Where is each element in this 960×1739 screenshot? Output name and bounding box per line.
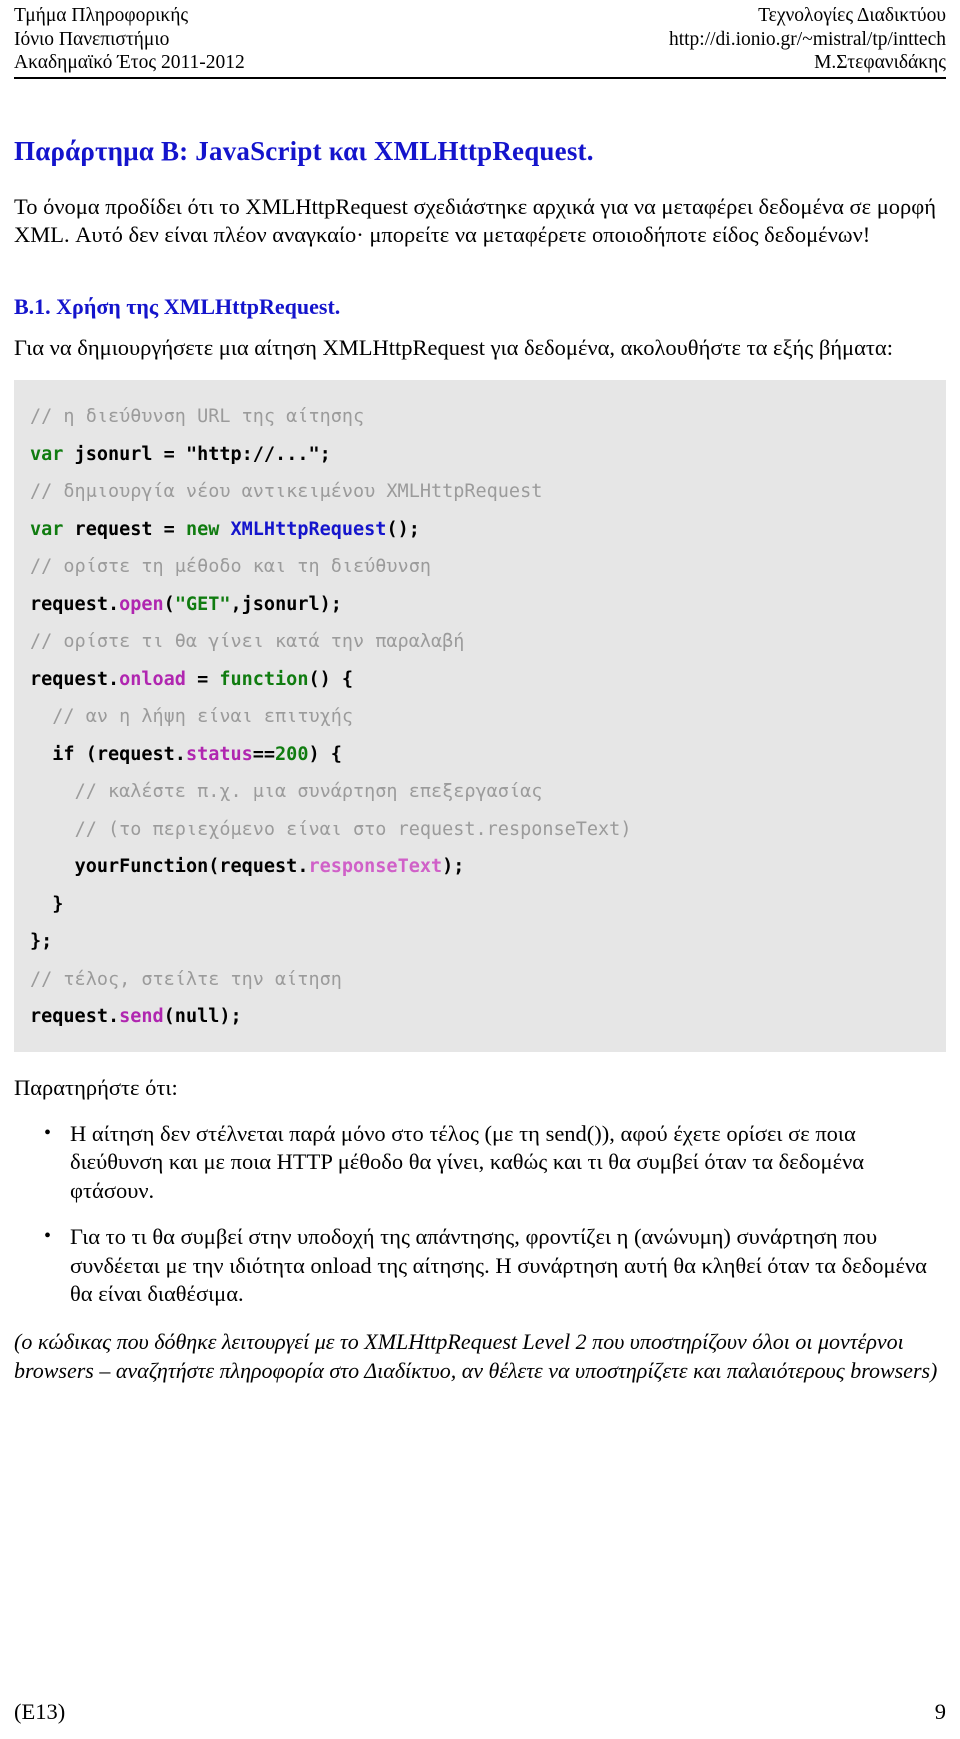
code-line: // δημιουργία νέου αντικειμένου XMLHttpR… (30, 473, 930, 511)
notes-label: Παρατηρήστε ότι: (14, 1074, 178, 1100)
code-block: // η διεύθυνση URL της αίτησης var jsonur… (14, 380, 946, 1052)
code-token-method: open (119, 593, 164, 615)
code-token-comment: // ορίστε τι θα γίνει κατά την παραλαβή (30, 631, 465, 652)
intro-paragraph: Το όνομα προδίδει ότι το XMLHttpRequest … (14, 193, 937, 248)
code-token-comment: // η διεύθυνση URL της αίτησης (30, 406, 365, 427)
code-token-plain: } (52, 893, 64, 915)
header-academic-year: Ακαδημαϊκό Έτος 2011-2012 (14, 52, 245, 73)
code-line: // καλέστε π.χ. μια συνάρτηση επεξεργασί… (30, 773, 930, 811)
code-token-plain: == (252, 743, 276, 765)
code-line: // ορίστε τη μέθοδο και τη διεύθυνση (30, 548, 930, 586)
code-token-keyword: var (30, 518, 64, 540)
code-token-comment: // καλέστε π.χ. μια συνάρτηση επεξεργασί… (74, 781, 543, 802)
code-token-method: send (119, 1006, 164, 1027)
code-line: // αν η λήψη είναι επιτυχής (30, 698, 930, 736)
document-footer: (E13) 9 (14, 1698, 946, 1725)
code-token-plain: ( (163, 593, 175, 615)
code-line: // η διεύθυνση URL της αίτησης (30, 398, 930, 436)
footer-page-number: 9 (934, 1699, 946, 1724)
code-token-string: "GET" (174, 593, 231, 615)
page-title: Παράρτημα Β: JavaScript και XMLHttpReque… (14, 135, 594, 166)
header-instructor: Μ.Στεφανιδάκης (814, 52, 946, 73)
code-token-plain: ,jsonurl); (230, 593, 342, 615)
list-item-text: Η αίτηση δεν στέλνεται παρά μόνο στο τέλ… (70, 1120, 865, 1203)
list-item: • Για το τι θα συμβεί στην υποδοχή της απ… (14, 1223, 946, 1309)
code-token-plain: jsonurl = (63, 443, 186, 465)
code-line: request.send(null); (30, 998, 930, 1036)
code-token-comment: // αν η λήψη είναι επιτυχής (52, 706, 354, 727)
document-page: Τμήμα Πληροφορικής Ιόνιο Πανεπιστήμιο Ακ… (0, 0, 960, 1739)
code-token-plain: request = (63, 518, 186, 540)
bullet-icon: • (44, 1225, 52, 1247)
header-course-url: http://di.ionio.gr/~mistral/tp/inttech (668, 28, 946, 50)
section-heading: Β.1. Χρήση της XMLHttpRequest. (14, 293, 341, 319)
code-token-plain: }; (30, 931, 53, 952)
header-university: Ιόνιο Πανεπιστήμιο (14, 28, 170, 50)
code-token-keyword: function (219, 668, 309, 690)
list-item-text: Για το τι θα συμβεί στην υποδοχή της απά… (70, 1224, 927, 1306)
code-token-prop: responseText (308, 856, 443, 877)
code-token-keyword: new (185, 518, 220, 540)
code-line: var request = new XMLHttpRequest(); (30, 511, 930, 549)
code-token-type: XMLHttpRequest (230, 518, 387, 540)
closing-note: (ο κώδικας που δόθηκε λειτουργεί με το X… (14, 1328, 938, 1383)
code-token-plain: "http://..."; (185, 443, 331, 465)
bullet-icon: • (44, 1121, 52, 1144)
code-token-plain: ) { (308, 743, 342, 765)
code-line: // ορίστε τι θα γίνει κατά την παραλαβή (30, 623, 930, 661)
code-line: // (το περιεχόμενο είναι στο request.res… (30, 811, 930, 849)
code-token-plain: = (185, 668, 220, 690)
code-line: request.onload = function() { (30, 661, 930, 699)
code-line: // τέλος, στείλτε την αίτηση (30, 961, 930, 999)
code-token-plain: if (request. (52, 743, 186, 765)
footer-document-code: (E13) (14, 1699, 66, 1724)
header-divider (14, 76, 946, 79)
code-token-method: onload (119, 668, 186, 690)
header-right-column: Τεχνολογίες Διαδικτύου http://di.ionio.g… (669, 4, 946, 75)
section-lead-paragraph: Για να δημιουργήσετε μια αίτηση XMLHttpR… (14, 334, 893, 360)
code-line: }; (30, 923, 930, 961)
code-token-comment: // (το περιεχόμενο είναι στο request.res… (74, 818, 632, 840)
code-token-plain: request. (30, 593, 120, 615)
code-token-plain: (null); (163, 1006, 242, 1027)
code-token-comment: // δημιουργία νέου αντικειμένου XMLHttpR… (30, 481, 543, 502)
code-line: var jsonurl = "http://..."; (30, 436, 930, 474)
code-token-plain: ); (442, 856, 465, 877)
header-left-column: Τμήμα Πληροφορικής Ιόνιο Πανεπιστήμιο Ακ… (14, 4, 245, 75)
code-token-number: 200 (275, 743, 309, 765)
code-token-keyword: var (30, 443, 64, 465)
code-line: request.open("GET",jsonurl); (30, 586, 930, 624)
notes-list: • Η αίτηση δεν στέλνεται παρά μόνο στο τέ… (14, 1120, 946, 1309)
code-token-plain: yourFunction(request. (74, 856, 309, 877)
list-item: • Η αίτηση δεν στέλνεται παρά μόνο στο τέ… (14, 1120, 946, 1206)
code-token-plain: (); (386, 518, 420, 540)
code-line: } (30, 886, 930, 924)
document-header: Τμήμα Πληροφορικής Ιόνιο Πανεπιστήμιο Ακ… (14, 0, 946, 75)
code-line: if (request.status==200) { (30, 736, 930, 774)
code-token-plain: request. (30, 668, 120, 690)
header-course-title: Τεχνολογίες Διαδικτύου (758, 5, 946, 26)
code-token-plain: () { (308, 668, 354, 690)
code-token-plain: request. (30, 1006, 120, 1027)
code-token-method: status (185, 743, 253, 765)
code-token-comment: // τέλος, στείλτε την αίτηση (30, 968, 342, 990)
code-token-comment: // ορίστε τη μέθοδο και τη διεύθυνση (30, 556, 431, 577)
header-department: Τμήμα Πληροφορικής (14, 5, 189, 26)
code-line: yourFunction(request.responseText); (30, 848, 930, 886)
